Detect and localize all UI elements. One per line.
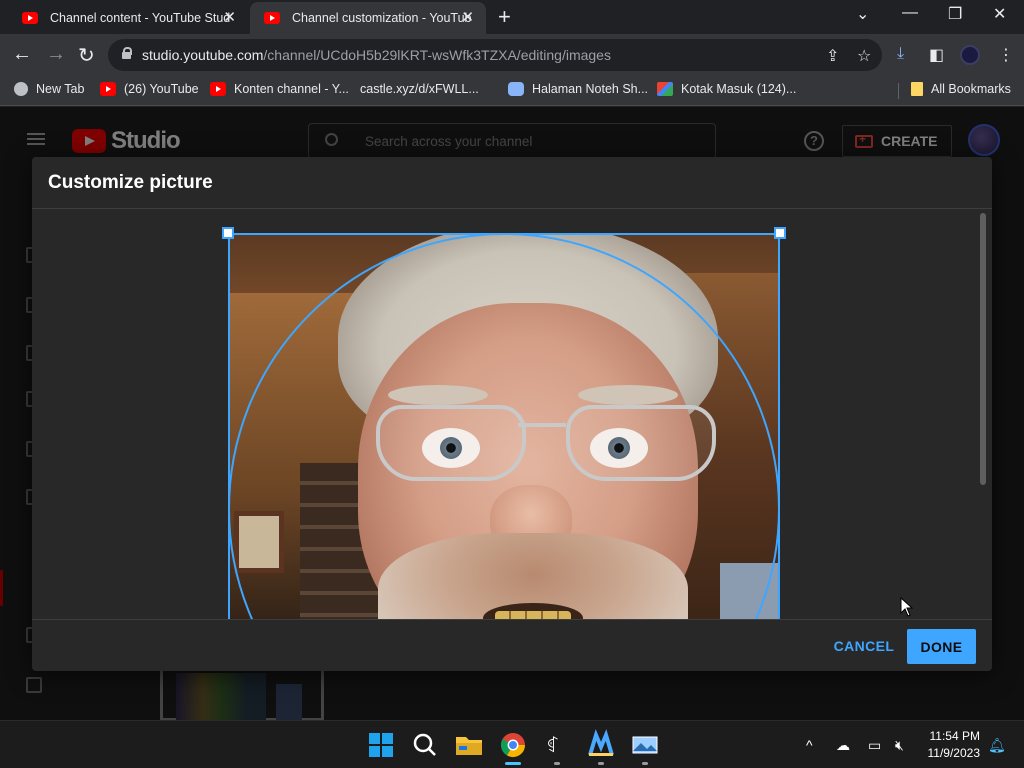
youtube-icon <box>210 82 226 96</box>
tab-search-chevron-icon[interactable]: ⌄ <box>856 4 869 24</box>
bookmark-label: (26) YouTube <box>124 82 199 96</box>
globe-icon <box>14 82 28 96</box>
mouse-cursor-icon <box>900 597 914 617</box>
tab-title: Channel content - YouTube Stud <box>50 11 231 25</box>
bookmark-new-tab[interactable]: New Tab <box>14 82 84 96</box>
menu-kebab-icon[interactable]: ⋮ <box>998 45 1014 65</box>
volume-icon[interactable]: 🔇︎ <box>895 737 904 754</box>
bookmark-youtube[interactable]: (26) YouTube <box>100 82 199 96</box>
bookmark-label: Konten channel - Y... <box>234 82 349 96</box>
clock-date[interactable]: 11/9/2023 <box>928 746 981 760</box>
windows-start-icon[interactable] <box>365 729 397 761</box>
divider <box>32 619 992 620</box>
bookmark-label: All Bookmarks <box>931 82 1011 96</box>
movie-maker-icon[interactable] <box>585 729 617 765</box>
browser-tab-strip: Channel content - YouTube Stud ✕ Channel… <box>0 0 1024 34</box>
profile-avatar[interactable] <box>960 45 980 65</box>
side-panel-icon[interactable]: ◧ <box>929 45 944 65</box>
app-glyph-icon[interactable]: ꁍ <box>541 729 573 765</box>
crop-handle-top-left[interactable] <box>222 227 234 239</box>
tab-channel-content[interactable]: Channel content - YouTube Stud ✕ <box>8 2 248 34</box>
bookmark-separator <box>898 83 899 99</box>
bot-icon <box>508 82 524 96</box>
tab-close-icon[interactable]: ✕ <box>461 8 474 26</box>
address-bar[interactable]: studio.youtube.com/channel/UCdoH5b29lKRT… <box>108 39 882 71</box>
share-icon[interactable]: ⇪ <box>826 46 839 66</box>
folder-icon <box>911 82 923 96</box>
browser-toolbar: ← → ↻ studio.youtube.com/channel/UCdoH5b… <box>0 34 1024 76</box>
restore-icon[interactable]: ❐ <box>948 4 962 24</box>
bookmark-label: castle.xyz/d/xFWLL... <box>360 82 479 96</box>
bookmark-halaman-noteh[interactable]: Halaman Noteh Sh... <box>508 82 648 96</box>
all-bookmarks[interactable]: All Bookmarks <box>911 82 1011 96</box>
new-tab-icon[interactable]: + <box>498 4 511 30</box>
back-arrow-icon[interactable]: ← <box>12 43 32 66</box>
crop-handle-top-right[interactable] <box>774 227 786 239</box>
dialog-title: Customize picture <box>48 172 213 193</box>
bookmark-label: Halaman Noteh Sh... <box>532 82 649 96</box>
forward-arrow-icon[interactable]: → <box>46 43 66 66</box>
cancel-button[interactable]: CANCEL <box>828 629 900 663</box>
url-text[interactable]: studio.youtube.com/channel/UCdoH5b29lKRT… <box>142 47 611 63</box>
onedrive-icon[interactable]: ☁ <box>836 737 850 754</box>
bookmarks-bar: New Tab (26) YouTube Konten channel - Y.… <box>0 76 1024 204</box>
dialog-scrollbar-thumb[interactable] <box>980 213 986 485</box>
youtube-favicon-icon <box>22 12 38 24</box>
crop-canvas[interactable] <box>32 209 976 619</box>
network-icon[interactable]: ▭ <box>868 737 881 754</box>
bookmark-kotak-masuk[interactable]: Kotak Masuk (124)... <box>657 82 796 96</box>
photo-app-icon[interactable] <box>629 729 661 765</box>
bookmark-castle[interactable]: castle.xyz/d/xFWLL... <box>359 82 479 204</box>
download-icon[interactable]: ⤓ <box>897 45 904 63</box>
tray-overflow-chevron-icon[interactable]: ^ <box>806 737 813 753</box>
youtube-icon <box>100 82 116 96</box>
bookmark-konten-channel[interactable]: Konten channel - Y... <box>210 82 349 96</box>
clock-time[interactable]: 11:54 PM <box>930 729 980 743</box>
lock-icon[interactable] <box>122 47 132 59</box>
notification-bell-icon[interactable]: 🔔︎ <box>988 737 1006 754</box>
close-window-icon[interactable]: ✕ <box>993 4 1006 24</box>
file-explorer-icon[interactable] <box>453 729 485 761</box>
bookmark-label: Kotak Masuk (124)... <box>681 82 797 96</box>
reload-icon[interactable]: ↻ <box>78 43 95 68</box>
done-button[interactable]: DONE <box>907 629 976 664</box>
search-icon[interactable] <box>409 729 441 761</box>
gmail-icon <box>657 82 673 96</box>
bookmark-star-icon[interactable]: ☆ <box>857 46 871 66</box>
windows-taskbar: ꁍ ^ ☁ ▭ 🔇︎ 11:54 PM 11/9/2023 🔔︎ <box>0 720 1024 768</box>
svg-text:ꁍ: ꁍ <box>546 736 560 757</box>
minimize-icon[interactable]: — <box>902 4 918 22</box>
tab-channel-customization[interactable]: Channel customization - YouTub ✕ <box>250 2 486 34</box>
profile-photo <box>228 233 780 619</box>
tab-title: Channel customization - YouTub <box>292 11 472 25</box>
tab-close-icon[interactable]: ✕ <box>223 8 236 26</box>
bookmark-label: New Tab <box>36 82 85 96</box>
youtube-favicon-icon <box>264 12 280 24</box>
customize-picture-dialog: Customize picture CANCEL DONE <box>32 157 992 671</box>
chrome-icon[interactable] <box>497 729 529 765</box>
